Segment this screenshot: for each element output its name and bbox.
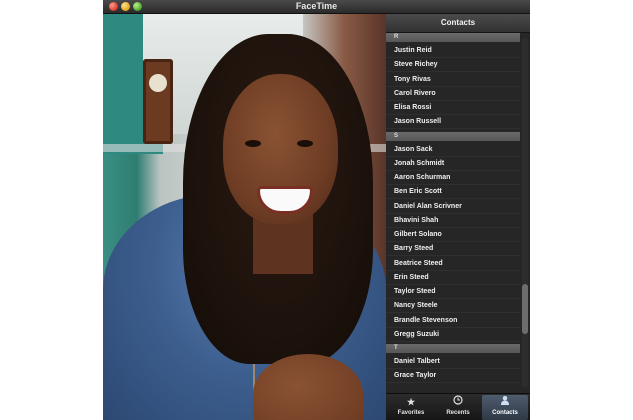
video-preview <box>103 14 386 420</box>
tab-favorites[interactable]: ★ Favorites <box>388 395 434 420</box>
smile <box>257 186 313 214</box>
contact-row[interactable]: Jonah Schmidt <box>386 157 520 171</box>
contact-row[interactable]: Ben Eric Scott <box>386 185 520 200</box>
facetime-window: FaceTime Contacts R Justin Reid Steve Rich… <box>103 0 530 420</box>
section-header-t: T <box>386 344 520 353</box>
contacts-panel: Contacts R Justin Reid Steve Richey Tony Ri… <box>386 14 530 420</box>
contact-row[interactable]: Aaron Schurman <box>386 171 520 185</box>
section-header-r: R <box>386 33 520 42</box>
person-face <box>223 74 338 224</box>
contact-row[interactable]: Grace Taylor <box>386 369 520 384</box>
clock-icon <box>435 395 481 409</box>
section-header-s: S <box>386 131 520 141</box>
contact-row[interactable]: Elisa Rossi <box>386 101 520 115</box>
right-eye <box>297 140 313 147</box>
star-icon: ★ <box>406 397 416 407</box>
tab-recents[interactable]: Recents <box>435 395 481 420</box>
panel-header: Contacts <box>386 14 530 33</box>
left-eye <box>245 140 261 147</box>
contact-row[interactable]: Steve Richey <box>386 58 520 73</box>
contact-row[interactable]: Jason Sack <box>386 143 520 157</box>
scrollbar[interactable] <box>522 38 528 388</box>
title-bar: FaceTime <box>103 0 530 14</box>
contact-row[interactable]: Jason Russell <box>386 115 520 130</box>
contact-row[interactable]: Tony Rivas <box>386 73 520 87</box>
contact-row[interactable]: Brandle Stevenson <box>386 314 520 328</box>
contact-row[interactable]: Daniel Talbert <box>386 355 520 369</box>
contact-row[interactable]: Taylor Steed <box>386 285 520 299</box>
contact-row[interactable]: Erin Steed <box>386 271 520 285</box>
wall-clock <box>143 59 173 144</box>
tab-bar: ★ Favorites Recents Contacts <box>386 393 530 420</box>
contact-row[interactable]: Beatrice Steed <box>386 257 520 271</box>
contact-row[interactable]: Nancy Steele <box>386 299 520 314</box>
contact-row[interactable]: Carol Rivero <box>386 87 520 101</box>
window-title: FaceTime <box>295 1 338 11</box>
contact-list[interactable]: R Justin Reid Steve Richey Tony Rivas Carol … <box>386 33 520 393</box>
contact-row[interactable]: Justin Reid <box>386 44 520 58</box>
contact-row[interactable]: Gilbert Solano <box>386 228 520 242</box>
contact-row[interactable]: Bhavini Shah <box>386 214 520 228</box>
person-icon <box>482 395 528 409</box>
contact-row[interactable]: Gregg Suzuki <box>386 328 520 342</box>
contact-row[interactable]: Daniel Alan Scrivner <box>386 200 520 214</box>
contact-row[interactable]: Barry Steed <box>386 242 520 257</box>
scroll-thumb[interactable] <box>522 284 528 334</box>
tab-contacts[interactable]: Contacts <box>482 395 528 420</box>
